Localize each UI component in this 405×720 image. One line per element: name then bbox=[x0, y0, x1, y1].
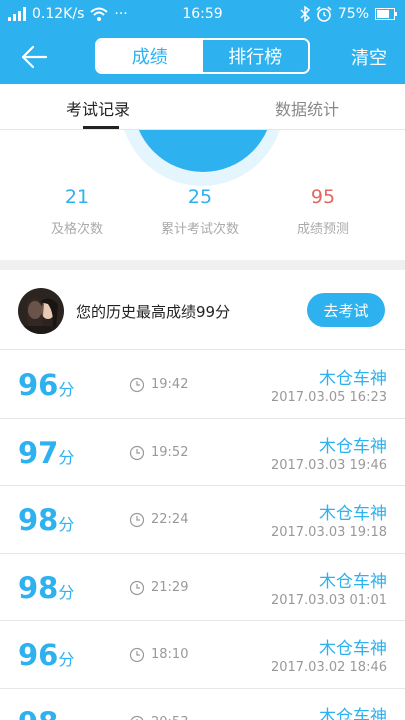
stat-total-value: 25 bbox=[187, 186, 213, 208]
record-datetime: 2017.03.03 01:01 bbox=[270, 592, 387, 608]
record-username: 木仓车神 bbox=[319, 504, 387, 524]
stat-forecast-value: 95 bbox=[310, 186, 336, 208]
segmented-control: 成绩 排行榜 bbox=[95, 38, 310, 74]
record-username: 木仓车神 bbox=[319, 436, 387, 457]
record-username: 木仓车神 bbox=[319, 639, 387, 659]
record-username: 木仓车神 bbox=[319, 706, 387, 720]
record-score-value: 97 bbox=[18, 435, 59, 470]
best-score-bar: 您的历史最高成绩99分 去考试 bbox=[0, 270, 405, 350]
clock-icon bbox=[129, 377, 145, 393]
record-datetime: 2017.03.03 19:18 bbox=[270, 525, 387, 540]
battery-icon bbox=[375, 8, 397, 20]
clock-icon bbox=[129, 512, 145, 528]
clock-icon bbox=[130, 715, 144, 720]
stat-passed: 21 及格次数 bbox=[17, 186, 137, 237]
avatar-image bbox=[18, 288, 64, 334]
record-score: 97分 bbox=[18, 436, 74, 470]
record-datetime: 2017.03.02 18:46 bbox=[270, 660, 387, 675]
record-score-unit: 分 bbox=[58, 650, 75, 669]
stat-forecast: 95 成绩预测 bbox=[263, 186, 383, 237]
record-score-value: 98 bbox=[18, 706, 58, 720]
record-score-unit: 分 bbox=[58, 515, 75, 534]
record-datetime: 2017.03.05 16:23 bbox=[270, 390, 387, 405]
record-duration: 20:53 bbox=[151, 715, 188, 720]
nav-bar: 成绩 排行榜 清空 bbox=[0, 30, 405, 84]
record-duration: 21:29 bbox=[151, 579, 189, 595]
status-bar: 0.12K/s ··· 16:59 75% bbox=[0, 0, 405, 30]
clock-icon bbox=[129, 647, 145, 663]
stats-panel: 21 及格次数 25 累计考试次数 95 成绩预测 bbox=[0, 130, 405, 260]
record-duration: 19:42 bbox=[151, 377, 189, 392]
record-score-unit: 分 bbox=[58, 582, 75, 602]
record-datetime: 2017.03.03 19:46 bbox=[270, 457, 387, 473]
back-button[interactable] bbox=[18, 42, 52, 72]
record-row[interactable]: 98分 22:24 木仓车神 2017.03.03 19:18 bbox=[0, 486, 405, 554]
sub-tabs: 考试记录 数据统计 bbox=[0, 84, 405, 130]
record-score: 96分 bbox=[18, 368, 74, 402]
record-row[interactable]: 98分 20:53 木仓车神 bbox=[0, 688, 405, 720]
record-username: 木仓车神 bbox=[319, 571, 387, 592]
avatar bbox=[18, 288, 64, 334]
record-score: 98分 bbox=[18, 571, 74, 605]
active-tab-indicator bbox=[83, 126, 119, 129]
clock-time: 16:59 bbox=[182, 6, 223, 22]
record-score: 98分 bbox=[18, 503, 74, 537]
stat-total: 25 累计考试次数 bbox=[140, 186, 260, 237]
stat-passed-label: 及格次数 bbox=[50, 222, 103, 237]
back-arrow-icon bbox=[21, 45, 48, 69]
record-duration: 22:24 bbox=[151, 512, 189, 527]
record-score-unit: 分 bbox=[58, 380, 75, 399]
record-duration: 19:52 bbox=[151, 444, 189, 460]
clock-icon bbox=[129, 580, 145, 595]
tab-data-statistics[interactable]: 数据统计 bbox=[275, 96, 339, 120]
record-row[interactable]: 96分 18:10 木仓车神 2017.03.02 18:46 bbox=[0, 621, 405, 689]
record-score-unit: 分 bbox=[58, 447, 75, 467]
record-score-value: 98 bbox=[18, 503, 59, 537]
stat-forecast-label: 成绩预测 bbox=[296, 222, 349, 237]
record-score: 96分 bbox=[18, 638, 74, 672]
clear-button[interactable]: 清空 bbox=[351, 44, 387, 70]
record-row[interactable]: 98分 21:29 木仓车神 2017.03.03 01:01 bbox=[0, 553, 405, 621]
record-score-value: 96 bbox=[18, 638, 59, 672]
record-row[interactable]: 97分 19:52 木仓车神 2017.03.03 19:46 bbox=[0, 418, 405, 486]
record-score-value: 96 bbox=[18, 368, 59, 402]
take-exam-button[interactable]: 去考试 bbox=[307, 293, 385, 327]
record-score: 98分 bbox=[18, 706, 74, 720]
stat-passed-value: 21 bbox=[64, 186, 90, 208]
bluetooth-icon bbox=[300, 6, 310, 22]
best-score-text: 您的历史最高成绩99分 bbox=[76, 303, 231, 321]
battery-percent: 75% bbox=[337, 6, 369, 22]
record-row[interactable]: 96分 19:42 木仓车神 2017.03.05 16:23 bbox=[0, 351, 405, 419]
record-duration: 18:10 bbox=[151, 647, 189, 662]
tab-scores[interactable]: 成绩 bbox=[97, 40, 203, 72]
record-username: 木仓车神 bbox=[319, 369, 387, 389]
record-score-value: 98 bbox=[18, 570, 59, 605]
tab-ranking[interactable]: 排行榜 bbox=[202, 40, 308, 72]
tab-exam-records[interactable]: 考试记录 bbox=[66, 96, 130, 120]
section-divider bbox=[0, 260, 405, 270]
clock-icon bbox=[129, 445, 145, 460]
stat-total-label: 累计考试次数 bbox=[160, 222, 239, 237]
records-list: 96分 19:42 木仓车神 2017.03.05 16:23 97分 19:5… bbox=[0, 351, 405, 720]
alarm-icon bbox=[316, 6, 332, 22]
